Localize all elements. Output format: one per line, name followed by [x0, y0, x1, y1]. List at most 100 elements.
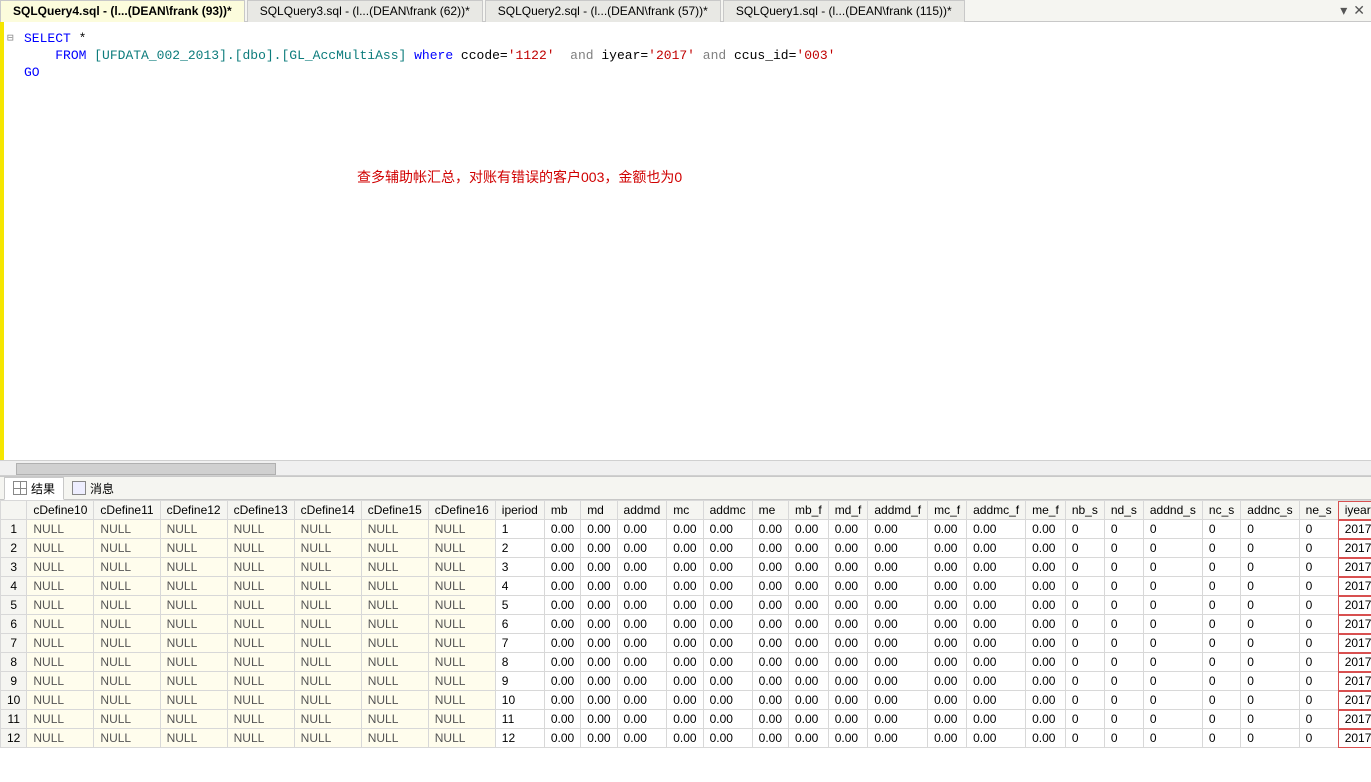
cell[interactable]: 0.00	[703, 539, 752, 558]
cell[interactable]: NULL	[428, 691, 495, 710]
cell[interactable]: 0	[1065, 634, 1104, 653]
column-header[interactable]: mb	[544, 501, 580, 520]
cell[interactable]: NULL	[94, 634, 160, 653]
cell[interactable]: 0	[1065, 615, 1104, 634]
cell[interactable]: 0.00	[544, 596, 580, 615]
cell[interactable]: 0	[1143, 615, 1202, 634]
table-row[interactable]: 11NULLNULLNULLNULLNULLNULLNULL110.000.00…	[1, 710, 1371, 729]
cell[interactable]: 0	[1299, 653, 1338, 672]
cell[interactable]: NULL	[361, 520, 428, 539]
cell[interactable]: 2017	[1338, 558, 1371, 577]
cell[interactable]: 5	[495, 596, 544, 615]
cell[interactable]: 0.00	[928, 558, 967, 577]
cell[interactable]: 3	[495, 558, 544, 577]
cell[interactable]: 0.00	[752, 653, 788, 672]
cell[interactable]: 2017	[1338, 672, 1371, 691]
cell[interactable]: 6	[495, 615, 544, 634]
cell[interactable]: 0.00	[581, 653, 617, 672]
cell[interactable]: 0.00	[967, 729, 1026, 748]
cell[interactable]: 0	[1299, 710, 1338, 729]
cell[interactable]: NULL	[294, 634, 361, 653]
cell[interactable]: 4	[495, 577, 544, 596]
table-row[interactable]: 7NULLNULLNULLNULLNULLNULLNULL70.000.000.…	[1, 634, 1371, 653]
cell[interactable]: 0	[1299, 691, 1338, 710]
cell[interactable]: 0.00	[868, 558, 928, 577]
cell[interactable]: NULL	[361, 729, 428, 748]
cell[interactable]: 0.00	[828, 729, 868, 748]
cell[interactable]: NULL	[27, 558, 94, 577]
cell[interactable]: 0	[1241, 710, 1299, 729]
cell[interactable]: 0.00	[581, 558, 617, 577]
cell[interactable]: NULL	[361, 691, 428, 710]
cell[interactable]: NULL	[160, 672, 227, 691]
cell[interactable]: 0	[1104, 539, 1143, 558]
cell[interactable]: 0.00	[667, 672, 703, 691]
cell[interactable]: NULL	[160, 729, 227, 748]
table-row[interactable]: 1NULLNULLNULLNULLNULLNULLNULL10.000.000.…	[1, 520, 1371, 539]
cell[interactable]: 0	[1202, 729, 1240, 748]
cell[interactable]: 0	[1143, 653, 1202, 672]
cell[interactable]: NULL	[27, 520, 94, 539]
document-tab[interactable]: SQLQuery3.sql - (l...(DEAN\frank (62))*	[247, 0, 483, 22]
cell[interactable]: 0.00	[617, 691, 667, 710]
cell[interactable]: 0	[1202, 653, 1240, 672]
cell[interactable]: 0.00	[617, 558, 667, 577]
cell[interactable]: 0.00	[1026, 710, 1066, 729]
cell[interactable]: NULL	[27, 596, 94, 615]
cell[interactable]: 0.00	[967, 672, 1026, 691]
cell[interactable]: 0.00	[868, 653, 928, 672]
cell[interactable]: 0	[1241, 520, 1299, 539]
cell[interactable]: 0	[1104, 729, 1143, 748]
cell[interactable]: 0.00	[617, 729, 667, 748]
row-number[interactable]: 5	[1, 596, 27, 615]
row-number[interactable]: 6	[1, 615, 27, 634]
cell[interactable]: 0.00	[617, 577, 667, 596]
cell[interactable]: 0.00	[667, 539, 703, 558]
cell[interactable]: 0.00	[581, 691, 617, 710]
cell[interactable]: 0.00	[667, 729, 703, 748]
cell[interactable]: 0	[1299, 634, 1338, 653]
cell[interactable]: 2017	[1338, 577, 1371, 596]
cell[interactable]: NULL	[94, 539, 160, 558]
cell[interactable]: 0.00	[703, 691, 752, 710]
cell[interactable]: 0	[1241, 729, 1299, 748]
cell[interactable]: 0	[1299, 539, 1338, 558]
cell[interactable]: NULL	[94, 615, 160, 634]
cell[interactable]: 0.00	[752, 634, 788, 653]
cell[interactable]: NULL	[428, 653, 495, 672]
cell[interactable]: 0	[1299, 577, 1338, 596]
results-grid[interactable]: cDefine10cDefine11cDefine12cDefine13cDef…	[0, 500, 1371, 748]
cell[interactable]: 0.00	[703, 596, 752, 615]
column-header[interactable]: cDefine11	[94, 501, 160, 520]
cell[interactable]: 0.00	[967, 710, 1026, 729]
column-header[interactable]: nc_s	[1202, 501, 1240, 520]
cell[interactable]: NULL	[27, 577, 94, 596]
cell[interactable]: 0.00	[544, 634, 580, 653]
cell[interactable]: 2017	[1338, 634, 1371, 653]
cell[interactable]: 0.00	[967, 539, 1026, 558]
table-row[interactable]: 12NULLNULLNULLNULLNULLNULLNULL120.000.00…	[1, 729, 1371, 748]
cell[interactable]: 0.00	[544, 691, 580, 710]
cell[interactable]: 0	[1104, 558, 1143, 577]
cell[interactable]: 0	[1143, 634, 1202, 653]
collapse-icon[interactable]: ⊟	[7, 31, 14, 44]
cell[interactable]: NULL	[361, 653, 428, 672]
cell[interactable]: 1	[495, 520, 544, 539]
cell[interactable]: 0	[1065, 520, 1104, 539]
column-header[interactable]: md_f	[828, 501, 868, 520]
cell[interactable]: NULL	[27, 729, 94, 748]
cell[interactable]: 0.00	[789, 539, 829, 558]
cell[interactable]: 0	[1202, 672, 1240, 691]
cell[interactable]: 0.00	[928, 577, 967, 596]
cell[interactable]: 0.00	[667, 634, 703, 653]
cell[interactable]: 0.00	[1026, 691, 1066, 710]
cell[interactable]: 0	[1104, 596, 1143, 615]
cell[interactable]: NULL	[160, 539, 227, 558]
cell[interactable]: 2017	[1338, 596, 1371, 615]
cell[interactable]: 0	[1065, 596, 1104, 615]
column-header[interactable]: cDefine15	[361, 501, 428, 520]
cell[interactable]: 0	[1065, 653, 1104, 672]
cell[interactable]: 0.00	[789, 729, 829, 748]
cell[interactable]: 0.00	[828, 672, 868, 691]
cell[interactable]: 0.00	[703, 710, 752, 729]
